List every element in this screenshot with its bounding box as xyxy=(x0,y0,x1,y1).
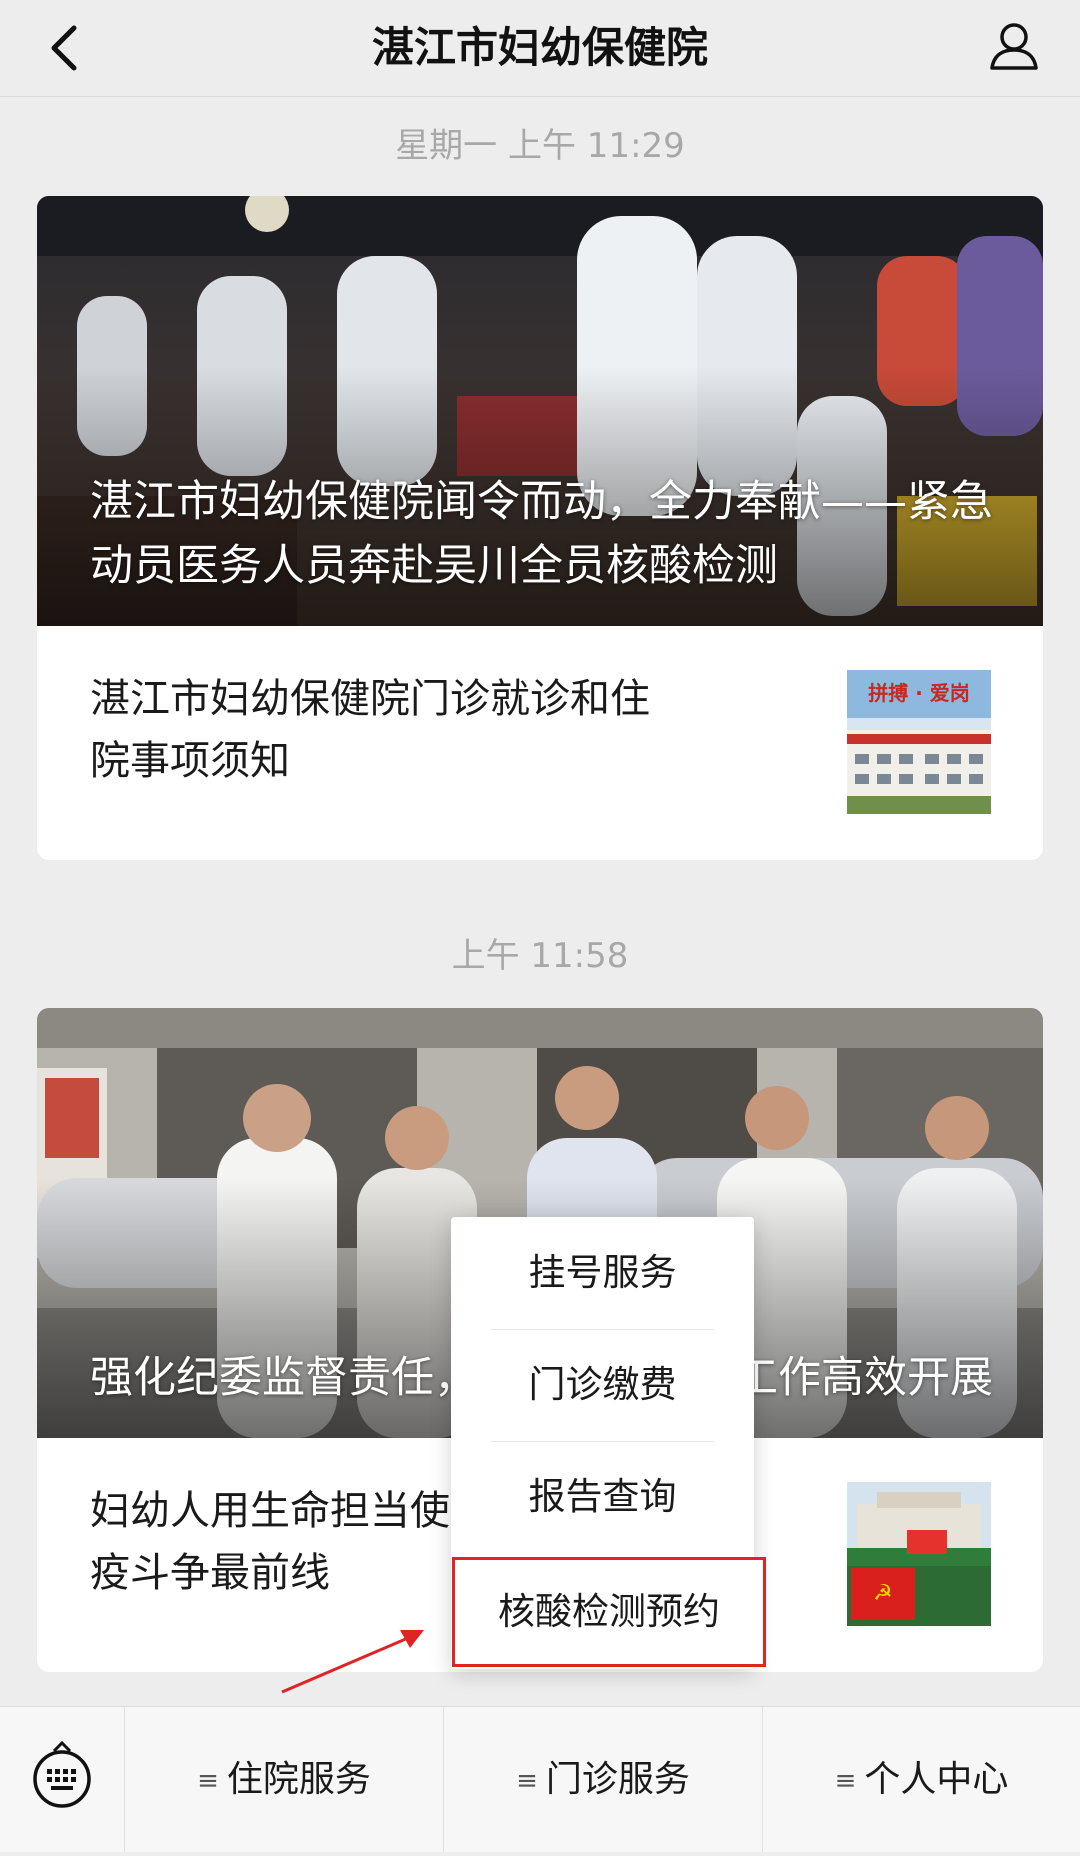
profile-button[interactable] xyxy=(984,16,1044,76)
article-thumbnail: 拼搏 · 爱岗 xyxy=(847,670,991,814)
menu-item-registration[interactable]: 挂号服务 xyxy=(451,1217,754,1329)
top-bar: 湛江市妇幼保健院 xyxy=(0,0,1080,97)
menu-lines-icon: ≡ xyxy=(834,1766,857,1796)
message-timestamp: 星期一 上午 11:29 xyxy=(395,126,685,166)
message-timestamp: 上午 11:58 xyxy=(451,936,629,976)
menu-item-report-query[interactable]: 报告查询 xyxy=(451,1441,754,1553)
page-title: 湛江市妇幼保健院 xyxy=(371,23,708,72)
article-cover-title: 湛江市妇幼保健院闻令而动，全力奉献——紧急动员医务人员奔赴吴川全员核酸检测 xyxy=(90,477,993,591)
menu-lines-icon: ≡ xyxy=(197,1766,219,1796)
article-cover[interactable]: 湛江市妇幼保健院闻令而动，全力奉献——紧急动员医务人员奔赴吴川全员核酸检测 xyxy=(37,196,1043,626)
menu-button-label: 个人中心 xyxy=(864,1759,1009,1800)
menu-button-inpatient[interactable]: ≡ 住院服务 xyxy=(125,1707,444,1852)
person-icon xyxy=(990,23,1038,70)
menu-button-label: 门诊服务 xyxy=(545,1759,690,1800)
article-thumbnail: ☭ xyxy=(847,1482,991,1626)
thumbnail-caption: 拼搏 · 爱岗 xyxy=(868,681,970,705)
menu-button-personal-center[interactable]: ≡ 个人中心 xyxy=(763,1707,1080,1852)
keyboard-icon xyxy=(33,1740,91,1808)
menu-button-outpatient[interactable]: ≡ 门诊服务 xyxy=(444,1707,763,1852)
menu-lines-icon: ≡ xyxy=(516,1766,538,1796)
keyboard-toggle-button[interactable] xyxy=(0,1707,125,1852)
svg-text:☭: ☭ xyxy=(873,1581,893,1606)
article-list-item[interactable]: 湛江市妇幼保健院门诊就诊和住院事项须知 拼搏 · 爱岗 xyxy=(37,626,1043,860)
menu-item-nucleic-acid-booking[interactable]: 核酸检测预约 xyxy=(452,1557,766,1667)
article-card: 湛江市妇幼保健院闻令而动，全力奉献——紧急动员医务人员奔赴吴川全员核酸检测 湛江… xyxy=(37,196,1043,860)
menu-button-label: 住院服务 xyxy=(226,1759,371,1800)
menu-item-outpatient-payment[interactable]: 门诊缴费 xyxy=(451,1329,754,1441)
bottom-menu-bar: ≡ 住院服务 ≡ 门诊服务 ≡ 个人中心 xyxy=(0,1706,1080,1852)
article-sub-title: 湛江市妇幼保健院门诊就诊和住院事项须知 xyxy=(90,676,650,784)
